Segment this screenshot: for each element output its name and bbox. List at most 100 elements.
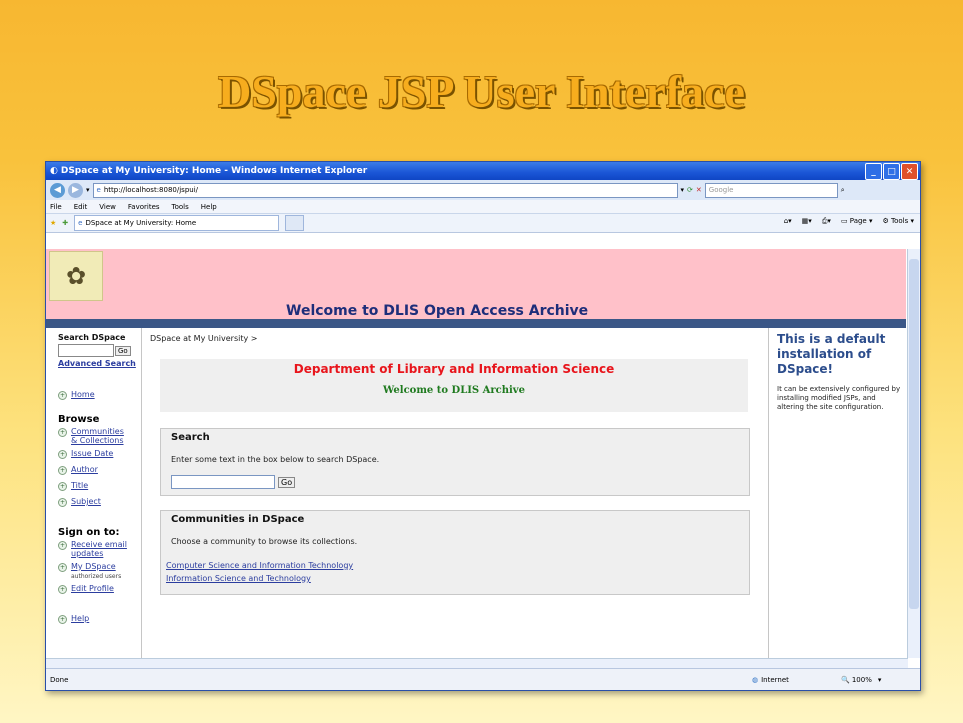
sidebar-item-title[interactable]: + Title — [58, 481, 141, 491]
zone-label: Internet — [761, 676, 789, 684]
feeds-icon[interactable]: ▦▾ — [802, 217, 812, 226]
sidebar-item-issue-date[interactable]: + Issue Date — [58, 449, 141, 459]
sidebar-item-label: Help — [71, 614, 90, 623]
sidebar-item-email-updates[interactable]: + Receive email updates — [58, 540, 141, 558]
sidebar-item-home[interactable]: + Home — [58, 390, 141, 400]
tab-home[interactable]: e DSpace at My University: Home — [74, 215, 280, 231]
ie-icon: ◐ — [50, 166, 58, 176]
window-title: DSpace at My University: Home - Windows … — [60, 166, 368, 176]
address-dropdown-icon[interactable]: ▾ — [681, 186, 685, 194]
menu-edit[interactable]: Edit — [74, 203, 88, 211]
sidebar-item-subject[interactable]: + Subject — [58, 497, 141, 507]
print-icon[interactable]: ⎙▾ — [822, 217, 831, 226]
main-content: DSpace at My University > Department of … — [142, 328, 766, 658]
address-toolbar: ◀ ▶ ▾ e http://localhost:8080/jspui/ ▾ ⟳… — [46, 180, 920, 200]
menu-bar: File Edit View Favorites Tools Help — [46, 200, 920, 214]
breadcrumb[interactable]: DSpace at My University > — [150, 334, 257, 343]
slide-title: DSpace JSP User Interface — [218, 66, 745, 117]
sidebar-item-edit-profile[interactable]: + Edit Profile — [58, 584, 141, 594]
forward-button[interactable]: ▶ — [68, 182, 83, 198]
sidebar-item-communities[interactable]: + Communities & Collections — [58, 427, 141, 445]
left-sidebar: Search DSpace Go Advanced Search + Home … — [46, 328, 142, 658]
zoom-dropdown-icon[interactable]: ▾ — [878, 676, 882, 684]
signon-title: Sign on to: — [58, 527, 120, 538]
sidebar-item-author[interactable]: + Author — [58, 465, 141, 475]
window-titlebar[interactable]: ◐ DSpace at My University: Home - Window… — [46, 162, 920, 180]
menu-help[interactable]: Help — [201, 203, 217, 211]
page-menu-label: Page — [849, 217, 867, 225]
search-panel: Search Enter some text in the box below … — [160, 428, 750, 496]
main-search-go-button[interactable]: Go — [278, 476, 296, 488]
bullet-icon: + — [58, 391, 67, 400]
home-icon[interactable]: ⌂▾ — [784, 217, 792, 226]
web-page: ✿ Welcome to DLIS Open Access Archive Se… — [46, 249, 906, 658]
right-sidebar: This is a default installation of DSpace… — [768, 328, 903, 658]
bullet-icon: + — [58, 466, 67, 475]
address-text: http://localhost:8080/jspui/ — [103, 186, 198, 194]
communities-panel-text: Choose a community to browse its collect… — [171, 537, 358, 546]
sidebar-item-mydspace[interactable]: + My DSpace authorized users — [58, 562, 141, 580]
right-sidebar-text: It can be extensively configured by inst… — [777, 385, 901, 411]
close-button[interactable]: ✕ — [901, 163, 918, 180]
bullet-icon: + — [58, 585, 67, 594]
menu-view[interactable]: View — [99, 203, 116, 211]
sidebar-item-label: Title — [71, 481, 89, 490]
search-icon[interactable]: ⌕ — [841, 186, 845, 195]
new-tab-button[interactable] — [285, 215, 305, 231]
history-dropdown-icon[interactable]: ▾ — [86, 186, 90, 194]
tools-menu[interactable]: ⚙ Tools ▾ — [882, 217, 914, 226]
favorites-star-icon[interactable]: ★ — [50, 219, 56, 227]
right-sidebar-heading: This is a default installation of DSpace… — [777, 332, 886, 376]
refresh-icon[interactable]: ⟳ — [687, 186, 693, 194]
communities-panel-title: Communities in DSpace — [171, 514, 305, 525]
department-panel: Department of Library and Information Sc… — [160, 359, 748, 412]
menu-tools[interactable]: Tools — [172, 203, 189, 211]
globe-icon: ◍ — [752, 676, 759, 684]
minimize-button[interactable]: _ — [865, 163, 882, 180]
scrollbar-thumb[interactable] — [909, 259, 919, 609]
maximize-button[interactable]: □ — [883, 163, 900, 180]
bullet-icon: + — [58, 615, 67, 624]
page-icon: e — [96, 186, 101, 194]
favorites-bar: ★ ✚ e DSpace at My University: Home ⌂▾ ▦… — [46, 214, 920, 233]
zoom-icon[interactable]: 🔍 — [841, 676, 850, 684]
bullet-icon: + — [58, 541, 67, 550]
search-input[interactable]: Google — [704, 182, 838, 198]
sidebar-item-label: Subject — [71, 497, 101, 506]
tab-page-icon: e — [78, 219, 83, 227]
status-bar: Done ◍ Internet 🔍 100% ▾ — [46, 668, 920, 690]
zoom-level[interactable]: 100% — [852, 676, 872, 684]
header-divider — [46, 319, 906, 328]
bullet-icon: + — [58, 428, 67, 437]
search-panel-title: Search — [171, 432, 210, 443]
search-dspace-title: Search DSpace — [58, 333, 126, 342]
sidebar-item-label: Receive email updates — [71, 540, 127, 558]
menu-favorites[interactable]: Favorites — [128, 203, 160, 211]
mydspace-sublabel: authorized users — [71, 573, 122, 580]
bullet-icon: + — [58, 482, 67, 491]
community-link[interactable]: Information Science and Technology — [166, 574, 749, 583]
bullet-icon: + — [58, 563, 67, 572]
browser-window: ◐ DSpace at My University: Home - Window… — [45, 161, 921, 691]
sidebar-go-button[interactable]: Go — [115, 345, 131, 356]
community-link[interactable]: Computer Science and Information Technol… — [166, 561, 749, 570]
sidebar-item-label: My DSpace — [71, 562, 116, 571]
sidebar-item-label: Communities & Collections — [71, 427, 124, 445]
menu-file[interactable]: File — [50, 203, 62, 211]
main-search-input[interactable] — [171, 475, 275, 489]
sidebar-item-label: Author — [71, 465, 98, 474]
stop-icon[interactable]: ✕ — [696, 186, 702, 194]
browse-title: Browse — [58, 414, 100, 425]
add-favorite-icon[interactable]: ✚ — [62, 219, 68, 227]
page-menu[interactable]: ▭ Page ▾ — [841, 217, 873, 226]
sidebar-search-input[interactable] — [58, 344, 114, 357]
advanced-search-link[interactable]: Advanced Search — [58, 359, 141, 368]
sidebar-item-label: Edit Profile — [71, 584, 114, 593]
back-button[interactable]: ◀ — [50, 182, 65, 198]
address-bar[interactable]: e http://localhost:8080/jspui/ — [92, 182, 678, 198]
search-panel-text: Enter some text in the box below to sear… — [171, 455, 380, 464]
sidebar-item-help[interactable]: + Help — [58, 614, 141, 624]
vertical-scrollbar[interactable] — [907, 249, 920, 658]
site-banner: ✿ Welcome to DLIS Open Access Archive — [46, 249, 906, 319]
tab-label: DSpace at My University: Home — [85, 219, 197, 227]
